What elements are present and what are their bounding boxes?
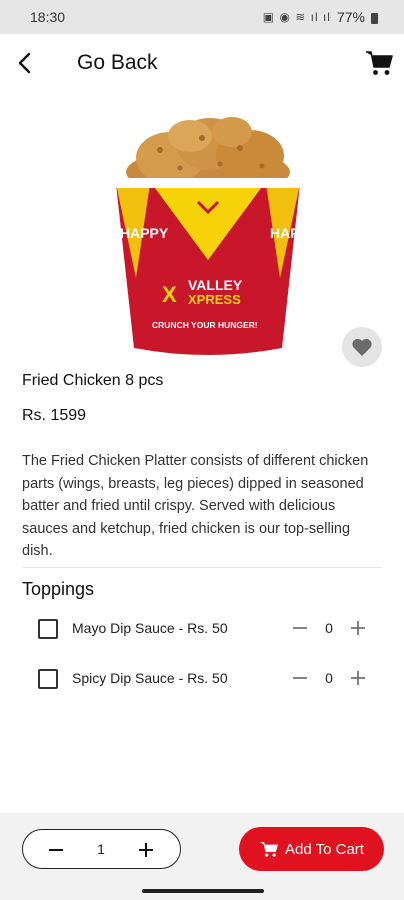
cart-icon[interactable] [364,48,394,78]
status-bar: 18:30 ▣ ◉ ≋ ıl ıl 77% [0,0,404,34]
bucket-side-text: HAPPY [120,225,169,241]
bucket-brand: VALLEY [188,277,243,293]
bucket: HAPPY HAPPY X VALLEY XPRESS CRUNCH YOUR … [114,178,306,355]
topping-checkbox-mayo[interactable] [38,619,58,639]
plus-icon[interactable] [348,668,368,688]
bucket-logo-x: X [162,282,177,307]
minus-icon[interactable] [290,618,310,638]
gesture-nav-handle[interactable] [142,889,264,893]
product-description: The Fried Chicken Platter consists of di… [22,453,369,559]
quantity-value: 1 [97,841,105,857]
topping-label-spicy: Spicy Dip Sauce - Rs. 50 [72,670,228,686]
topping-row-spicy: Spicy Dip Sauce - Rs. 50 0 [0,664,404,694]
plus-icon[interactable] [348,618,368,638]
minus-icon[interactable] [290,668,310,688]
product-name: Fried Chicken 8 pcs [22,372,164,389]
back-arrow-icon[interactable] [12,49,40,77]
status-time: 18:30 [30,9,66,25]
topping-qty-mayo: 0 [325,620,333,636]
topping-row-mayo: Mayo Dip Sauce - Rs. 50 0 [0,614,404,644]
add-to-cart-button[interactable]: Add To Cart [239,827,384,871]
cart-icon [260,842,278,857]
footer-bar: 1 Add To Cart [0,813,404,900]
product-image: HAPPY HAPPY X VALLEY XPRESS CRUNCH YOUR … [114,117,306,355]
status-indicators: ▣ ◉ ≋ ıl ıl 77% [263,9,378,25]
divider [22,567,382,568]
minus-icon[interactable] [45,839,67,861]
page-title[interactable]: Go Back [77,51,158,75]
bucket-side-text-right: HAPPY [270,225,306,241]
favorite-button[interactable] [342,327,382,367]
signal-icons: ▣ ◉ ≋ ıl ıl [262,10,331,24]
bucket-brand-sub: XPRESS [188,292,241,307]
product-price: Rs. 1599 [22,407,87,424]
topping-qty-spicy: 0 [325,670,333,686]
battery-icon [371,12,378,24]
toppings-title: Toppings [22,579,95,599]
quantity-stepper: 1 [22,829,181,869]
topping-checkbox-spicy[interactable] [38,669,58,689]
header: Go Back [0,34,404,92]
plus-icon[interactable] [135,839,157,861]
battery-level: 77% [336,9,365,25]
bucket-slogan: CRUNCH YOUR HUNGER! [152,320,258,330]
heart-icon [352,338,372,356]
topping-label-mayo: Mayo Dip Sauce - Rs. 50 [72,620,228,636]
add-to-cart-label: Add To Cart [285,840,364,858]
